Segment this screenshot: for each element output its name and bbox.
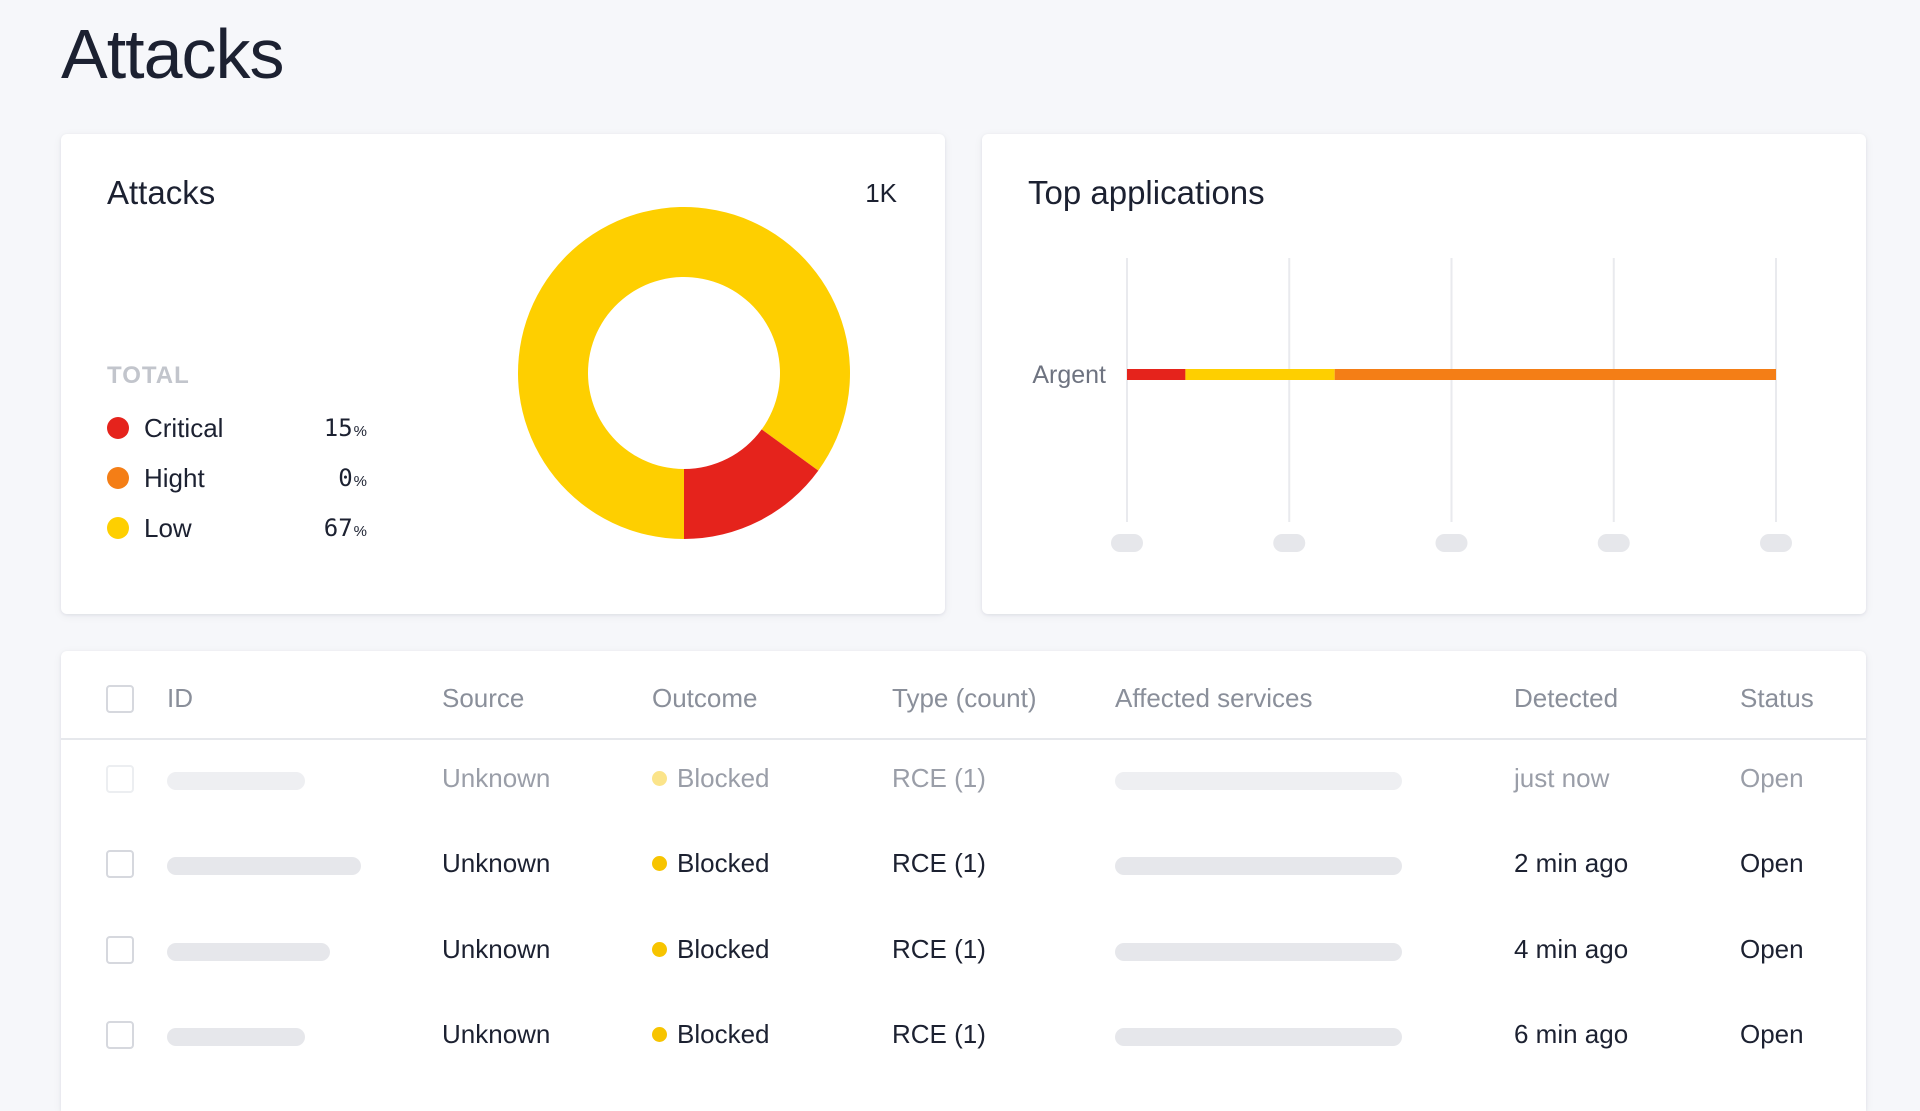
id-placeholder (167, 857, 361, 875)
bar-segment-0[interactable] (1127, 369, 1186, 380)
x-tick-placeholder (1435, 534, 1468, 552)
status-cell: Open (1740, 1019, 1804, 1049)
column-header-outcome[interactable]: Outcome (652, 683, 758, 714)
row-checkbox[interactable] (106, 850, 134, 878)
affected-services-placeholder (1115, 772, 1402, 790)
id-placeholder (167, 772, 305, 790)
column-header-id[interactable]: ID (167, 683, 193, 714)
status-cell: Open (1740, 848, 1804, 878)
legend-item-high[interactable]: Hight 0% (107, 458, 367, 498)
outcome-dot-icon (652, 1026, 667, 1042)
select-all-checkbox[interactable] (106, 685, 134, 713)
legend-value: 15% (323, 414, 367, 442)
attacks-donut-chart (517, 206, 850, 539)
page-title: Attacks (61, 15, 285, 93)
legend-label: Low (144, 512, 192, 543)
row-checkbox[interactable] (106, 1021, 134, 1049)
column-header-source[interactable]: Source (442, 683, 524, 714)
column-header-affected-services[interactable]: Affected services (1115, 683, 1313, 714)
table-row[interactable]: Unknown Blocked RCE (1) 2 min ago Open (61, 825, 1866, 910)
source-cell: Unknown (442, 763, 551, 793)
column-header-type[interactable]: Type (count) (892, 683, 1037, 714)
row-checkbox[interactable] (106, 765, 134, 793)
row-checkbox[interactable] (106, 936, 134, 964)
id-placeholder (167, 943, 330, 961)
source-cell: Unknown (442, 1019, 551, 1049)
detected-cell: just now (1514, 763, 1610, 793)
source-cell: Unknown (442, 848, 551, 878)
category-label: Argent (1032, 361, 1106, 389)
detected-cell: 4 min ago (1514, 934, 1629, 964)
outcome-dot-icon (652, 770, 667, 786)
table-header: ID Source Outcome Type (count) Affected … (61, 651, 1866, 740)
status-cell: Open (1740, 934, 1804, 964)
outcome-cell: Blocked (652, 848, 770, 879)
legend-label: Hight (144, 462, 205, 493)
attacks-count: 1K (865, 178, 897, 208)
type-cell: RCE (1) (892, 763, 986, 793)
type-cell: RCE (1) (892, 1019, 986, 1049)
table-row[interactable]: Unknown Blocked RCE (1) 4 min ago Open (61, 911, 1866, 996)
type-cell: RCE (1) (892, 848, 986, 878)
top-applications-bar-chart: Argent (1032, 258, 1792, 552)
outcome-cell: Blocked (652, 934, 770, 965)
detected-cell: 2 min ago (1514, 848, 1629, 878)
outcome-dot-icon (652, 941, 667, 957)
attacks-card-title: Attacks (107, 174, 216, 211)
legend-value: 0% (338, 464, 367, 492)
bar-segment-1[interactable] (1185, 369, 1335, 380)
attacks-table: ID Source Outcome Type (count) Affected … (61, 651, 1866, 1111)
legend-item-critical[interactable]: Critical 15% (107, 408, 367, 448)
x-tick-placeholder (1111, 534, 1143, 552)
id-placeholder (167, 1028, 305, 1046)
low-dot-icon (107, 517, 129, 539)
affected-services-placeholder (1115, 857, 1402, 875)
source-cell: Unknown (442, 934, 551, 964)
legend-label: Critical (144, 412, 224, 443)
attacks-card: Attacks 1K TOTAL Critical 15% Hight 0% L… (61, 134, 945, 614)
x-tick-placeholder (1273, 534, 1306, 552)
legend-item-low[interactable]: Low 67% (107, 508, 367, 548)
type-cell: RCE (1) (892, 934, 986, 964)
total-label: TOTAL (107, 362, 190, 389)
column-header-detected[interactable]: Detected (1514, 683, 1618, 714)
column-header-status[interactable]: Status (1740, 683, 1814, 714)
x-tick-placeholder (1760, 534, 1792, 552)
table-row[interactable]: Unknown Blocked RCE (1) 6 min ago Open (61, 996, 1866, 1081)
outcome-cell: Blocked (652, 1019, 770, 1050)
outcome-dot-icon (652, 855, 667, 871)
affected-services-placeholder (1115, 1028, 1402, 1046)
legend-value: 67% (323, 514, 367, 542)
status-cell: Open (1740, 763, 1804, 793)
outcome-cell: Blocked (652, 763, 770, 794)
critical-dot-icon (107, 417, 129, 439)
detected-cell: 6 min ago (1514, 1019, 1629, 1049)
top-applications-card: Top applications Argent (982, 134, 1866, 614)
x-tick-placeholder (1597, 534, 1630, 552)
bar-segment-2[interactable] (1334, 369, 1776, 380)
affected-services-placeholder (1115, 943, 1402, 961)
high-dot-icon (107, 467, 129, 489)
table-row[interactable]: Unknown Blocked RCE (1) just now Open (61, 740, 1866, 825)
